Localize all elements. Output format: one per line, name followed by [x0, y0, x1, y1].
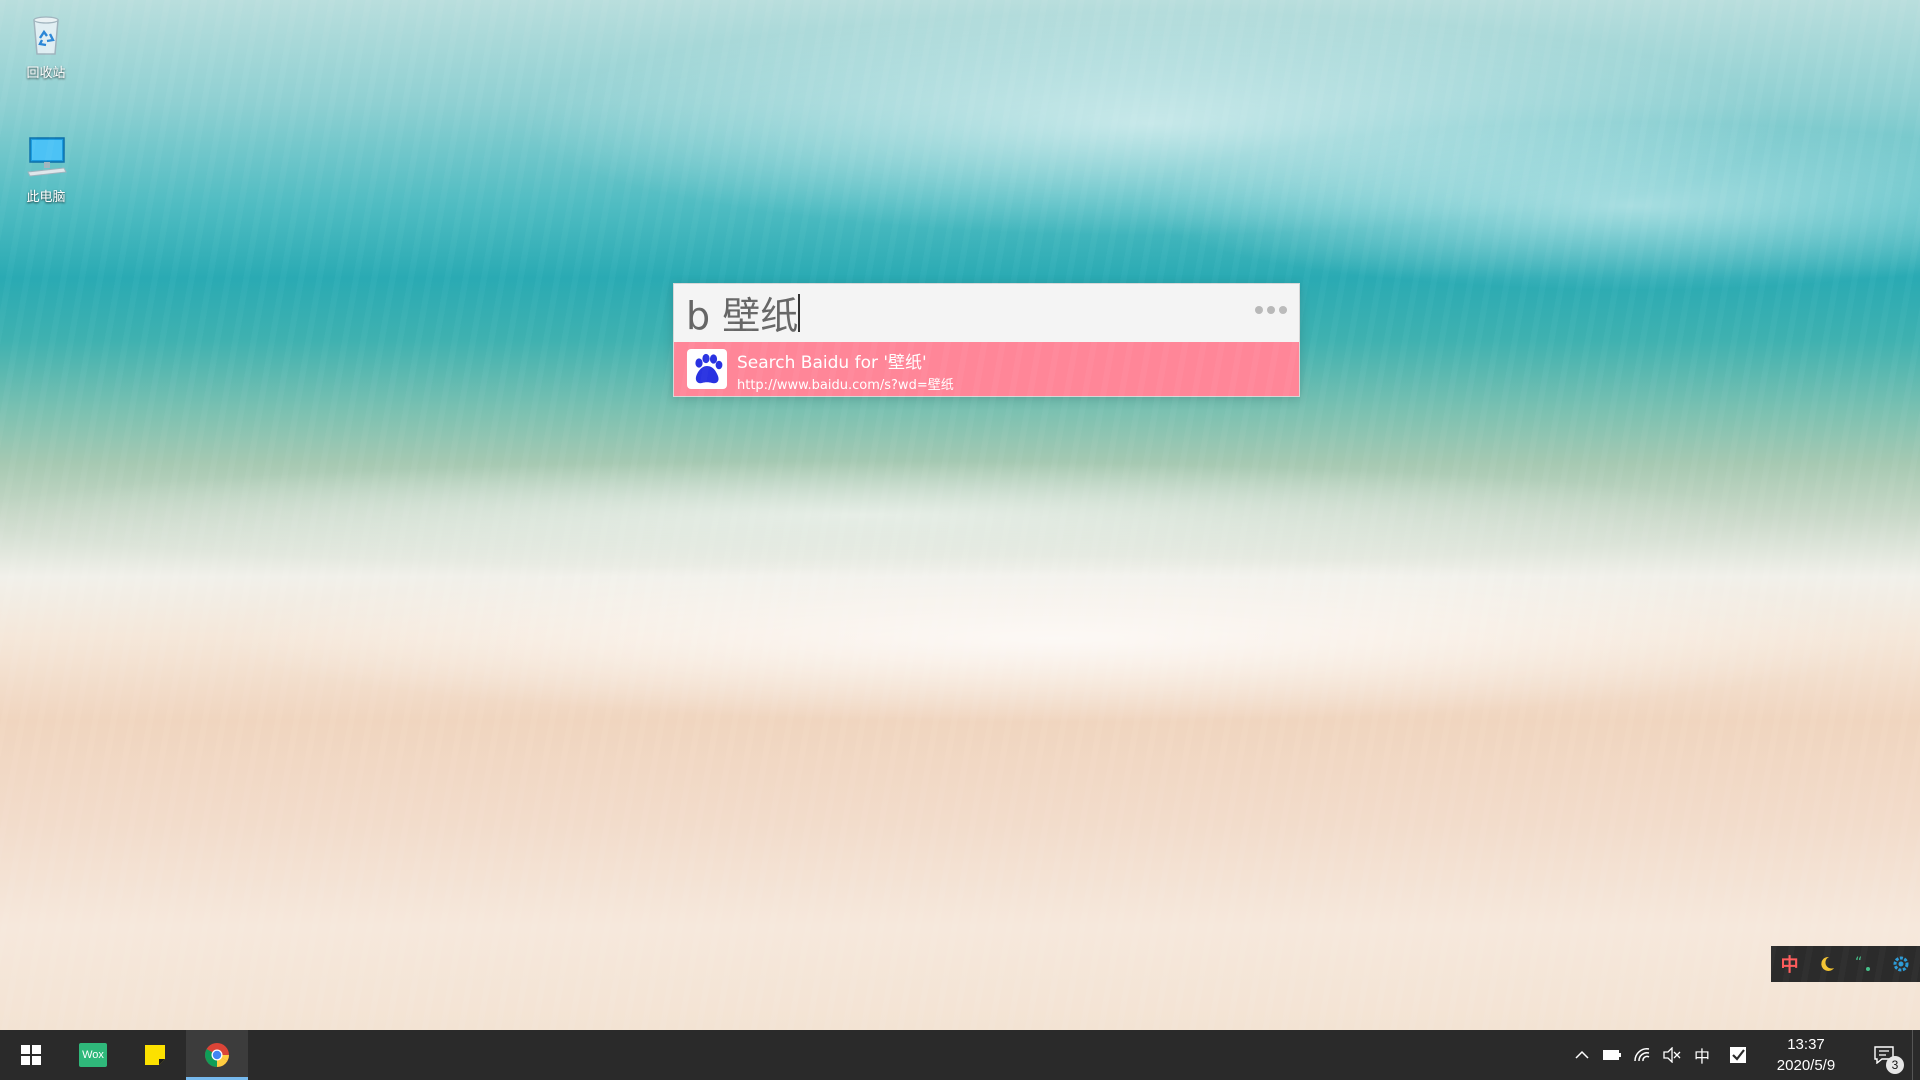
volume-muted-icon[interactable]: [1658, 1030, 1686, 1080]
taskbar-app-sticky-notes[interactable]: [124, 1030, 186, 1080]
ime-settings-icon[interactable]: [1887, 950, 1915, 978]
checkbox-app-icon[interactable]: [1724, 1030, 1752, 1080]
taskbar-app-chrome[interactable]: [186, 1030, 248, 1080]
wox-icon: Wox: [79, 1043, 107, 1067]
wox-result-item[interactable]: Search Baidu for '壁纸' http://www.baidu.c…: [674, 342, 1299, 396]
taskbar: Wox 中 13:37 2020/5/9 3: [0, 1030, 1920, 1080]
desktop-wallpaper: 回收站 此电脑 b 壁纸 Search Baidu for '壁纸' http:…: [0, 0, 1920, 1030]
ime-mode-label: 中: [1780, 955, 1799, 976]
more-dots-icon[interactable]: [1255, 306, 1287, 314]
show-hidden-chevron-icon[interactable]: [1568, 1030, 1596, 1080]
recycle-bin-icon: [22, 10, 70, 58]
sticky-notes-icon: [145, 1045, 165, 1065]
ime-indicator[interactable]: 中: [1688, 1030, 1716, 1080]
battery-icon[interactable]: [1598, 1030, 1626, 1080]
notification-count-badge: 3: [1886, 1056, 1904, 1074]
ime-chinese-mode-button[interactable]: 中: [1776, 950, 1804, 978]
windows-logo-icon: [21, 1045, 41, 1065]
text-caret: [798, 294, 800, 332]
clock-time: 13:37: [1787, 1036, 1825, 1053]
punctuation-icon[interactable]: “: [1850, 950, 1878, 978]
show-desktop-button[interactable]: [1912, 1030, 1920, 1080]
taskbar-clock[interactable]: 13:37 2020/5/9: [1756, 1030, 1856, 1080]
wox-query-input[interactable]: [686, 290, 1226, 334]
baidu-paw-icon: [687, 349, 727, 389]
wox-icon-label: Wox: [82, 1049, 104, 1061]
desktop-icon-this-pc[interactable]: 此电脑: [6, 134, 86, 205]
ime-toolbar: 中 “: [1771, 946, 1920, 982]
desktop-icon-label: 此电脑: [26, 190, 66, 205]
chrome-icon: [205, 1043, 229, 1067]
wox-launcher: Search Baidu for '壁纸' http://www.baidu.c…: [673, 283, 1300, 397]
clock-date: 2020/5/9: [1776, 1057, 1836, 1074]
this-pc-icon: [22, 134, 70, 182]
taskbar-app-wox[interactable]: Wox: [62, 1030, 124, 1080]
action-center-button[interactable]: 3: [1864, 1030, 1904, 1080]
result-subtitle: http://www.baidu.com/s?wd=壁纸: [737, 378, 954, 393]
result-title: Search Baidu for '壁纸': [737, 353, 927, 373]
start-button[interactable]: [0, 1030, 62, 1080]
wox-query-bar: [674, 284, 1299, 342]
half-width-moon-icon[interactable]: [1813, 950, 1841, 978]
desktop-icon-label: 回收站: [26, 66, 66, 81]
ime-indicator-label: 中: [1693, 1047, 1710, 1066]
svg-text:“: “: [1855, 955, 1862, 971]
wifi-icon[interactable]: [1628, 1030, 1656, 1080]
desktop-icon-recycle-bin[interactable]: 回收站: [6, 10, 86, 81]
